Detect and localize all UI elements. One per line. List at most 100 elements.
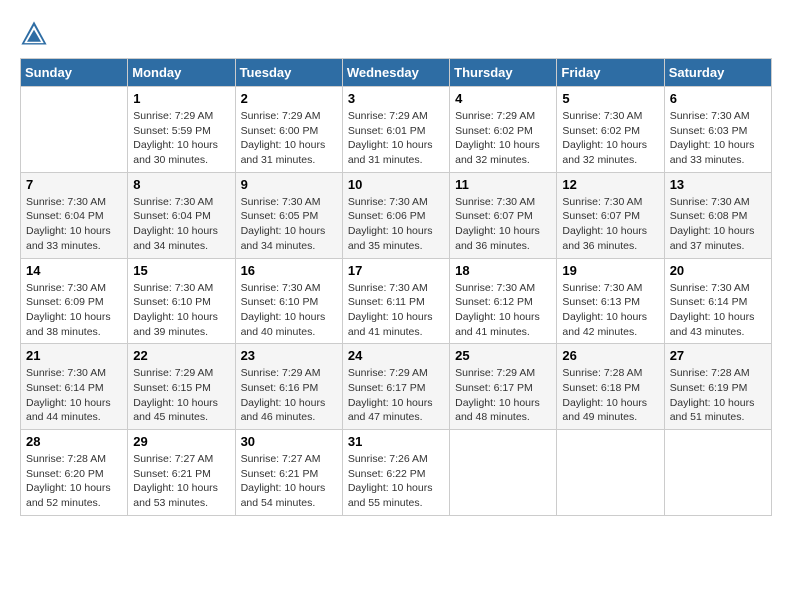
- calendar-cell: 24 Sunrise: 7:29 AM Sunset: 6:17 PM Dayli…: [342, 344, 449, 430]
- calendar-cell: 15 Sunrise: 7:30 AM Sunset: 6:10 PM Dayli…: [128, 258, 235, 344]
- day-number: 21: [26, 348, 122, 363]
- calendar-cell: [664, 430, 771, 516]
- day-number: 14: [26, 263, 122, 278]
- day-info: Sunrise: 7:26 AM Sunset: 6:22 PM Dayligh…: [348, 452, 444, 511]
- day-info: Sunrise: 7:30 AM Sunset: 6:14 PM Dayligh…: [670, 281, 766, 340]
- weekday-header-monday: Monday: [128, 59, 235, 87]
- day-number: 23: [241, 348, 337, 363]
- weekday-header-saturday: Saturday: [664, 59, 771, 87]
- day-number: 4: [455, 91, 551, 106]
- day-info: Sunrise: 7:29 AM Sunset: 6:15 PM Dayligh…: [133, 366, 229, 425]
- day-info: Sunrise: 7:30 AM Sunset: 6:12 PM Dayligh…: [455, 281, 551, 340]
- day-number: 12: [562, 177, 658, 192]
- calendar-cell: 6 Sunrise: 7:30 AM Sunset: 6:03 PM Daylig…: [664, 87, 771, 173]
- calendar-cell: 30 Sunrise: 7:27 AM Sunset: 6:21 PM Dayli…: [235, 430, 342, 516]
- day-info: Sunrise: 7:30 AM Sunset: 6:04 PM Dayligh…: [133, 195, 229, 254]
- calendar-cell: 31 Sunrise: 7:26 AM Sunset: 6:22 PM Dayli…: [342, 430, 449, 516]
- day-info: Sunrise: 7:30 AM Sunset: 6:13 PM Dayligh…: [562, 281, 658, 340]
- weekday-header-wednesday: Wednesday: [342, 59, 449, 87]
- day-number: 31: [348, 434, 444, 449]
- day-number: 28: [26, 434, 122, 449]
- calendar-cell: 3 Sunrise: 7:29 AM Sunset: 6:01 PM Daylig…: [342, 87, 449, 173]
- calendar-cell: 28 Sunrise: 7:28 AM Sunset: 6:20 PM Dayli…: [21, 430, 128, 516]
- day-number: 2: [241, 91, 337, 106]
- day-number: 13: [670, 177, 766, 192]
- day-info: Sunrise: 7:30 AM Sunset: 6:10 PM Dayligh…: [133, 281, 229, 340]
- day-info: Sunrise: 7:30 AM Sunset: 6:02 PM Dayligh…: [562, 109, 658, 168]
- day-info: Sunrise: 7:28 AM Sunset: 6:19 PM Dayligh…: [670, 366, 766, 425]
- calendar-table: SundayMondayTuesdayWednesdayThursdayFrid…: [20, 58, 772, 516]
- calendar-cell: 10Sunrise: 7:30 AM Sunset: 6:06 PM Dayli…: [342, 172, 449, 258]
- day-number: 25: [455, 348, 551, 363]
- calendar-cell: 9Sunrise: 7:30 AM Sunset: 6:05 PM Daylig…: [235, 172, 342, 258]
- calendar-cell: 23Sunrise: 7:29 AM Sunset: 6:16 PM Dayli…: [235, 344, 342, 430]
- day-number: 19: [562, 263, 658, 278]
- day-info: Sunrise: 7:29 AM Sunset: 6:01 PM Dayligh…: [348, 109, 444, 168]
- day-info: Sunrise: 7:30 AM Sunset: 6:08 PM Dayligh…: [670, 195, 766, 254]
- calendar-cell: 16 Sunrise: 7:30 AM Sunset: 6:10 PM Dayli…: [235, 258, 342, 344]
- day-info: Sunrise: 7:30 AM Sunset: 6:06 PM Dayligh…: [348, 195, 444, 254]
- calendar-cell: 11Sunrise: 7:30 AM Sunset: 6:07 PM Dayli…: [450, 172, 557, 258]
- calendar-cell: 4 Sunrise: 7:29 AM Sunset: 6:02 PM Daylig…: [450, 87, 557, 173]
- calendar-cell: 17 Sunrise: 7:30 AM Sunset: 6:11 PM Dayli…: [342, 258, 449, 344]
- calendar-cell: 1Sunrise: 7:29 AM Sunset: 5:59 PM Daylig…: [128, 87, 235, 173]
- day-number: 7: [26, 177, 122, 192]
- calendar-cell: 12 Sunrise: 7:30 AM Sunset: 6:07 PM Dayli…: [557, 172, 664, 258]
- day-number: 20: [670, 263, 766, 278]
- day-number: 22: [133, 348, 229, 363]
- day-number: 6: [670, 91, 766, 106]
- weekday-header-friday: Friday: [557, 59, 664, 87]
- calendar-cell: 22 Sunrise: 7:29 AM Sunset: 6:15 PM Dayli…: [128, 344, 235, 430]
- day-info: Sunrise: 7:30 AM Sunset: 6:03 PM Dayligh…: [670, 109, 766, 168]
- calendar-cell: 5 Sunrise: 7:30 AM Sunset: 6:02 PM Daylig…: [557, 87, 664, 173]
- day-info: Sunrise: 7:30 AM Sunset: 6:09 PM Dayligh…: [26, 281, 122, 340]
- calendar-cell: 7 Sunrise: 7:30 AM Sunset: 6:04 PM Daylig…: [21, 172, 128, 258]
- calendar-cell: 21 Sunrise: 7:30 AM Sunset: 6:14 PM Dayli…: [21, 344, 128, 430]
- calendar-week-row: 1Sunrise: 7:29 AM Sunset: 5:59 PM Daylig…: [21, 87, 772, 173]
- logo-icon: [20, 20, 48, 48]
- calendar-week-row: 28 Sunrise: 7:28 AM Sunset: 6:20 PM Dayli…: [21, 430, 772, 516]
- calendar-week-row: 21 Sunrise: 7:30 AM Sunset: 6:14 PM Dayli…: [21, 344, 772, 430]
- day-number: 30: [241, 434, 337, 449]
- day-number: 3: [348, 91, 444, 106]
- day-number: 1: [133, 91, 229, 106]
- day-number: 17: [348, 263, 444, 278]
- day-number: 8: [133, 177, 229, 192]
- day-info: Sunrise: 7:30 AM Sunset: 6:05 PM Dayligh…: [241, 195, 337, 254]
- day-number: 29: [133, 434, 229, 449]
- calendar-cell: [450, 430, 557, 516]
- day-info: Sunrise: 7:29 AM Sunset: 6:17 PM Dayligh…: [348, 366, 444, 425]
- day-info: Sunrise: 7:29 AM Sunset: 6:02 PM Dayligh…: [455, 109, 551, 168]
- calendar-cell: 27Sunrise: 7:28 AM Sunset: 6:19 PM Dayli…: [664, 344, 771, 430]
- calendar-cell: 13 Sunrise: 7:30 AM Sunset: 6:08 PM Dayli…: [664, 172, 771, 258]
- day-number: 16: [241, 263, 337, 278]
- day-info: Sunrise: 7:30 AM Sunset: 6:11 PM Dayligh…: [348, 281, 444, 340]
- day-info: Sunrise: 7:30 AM Sunset: 6:07 PM Dayligh…: [455, 195, 551, 254]
- calendar-week-row: 7 Sunrise: 7:30 AM Sunset: 6:04 PM Daylig…: [21, 172, 772, 258]
- calendar-cell: 18 Sunrise: 7:30 AM Sunset: 6:12 PM Dayli…: [450, 258, 557, 344]
- calendar-cell: 19 Sunrise: 7:30 AM Sunset: 6:13 PM Dayli…: [557, 258, 664, 344]
- calendar-cell: 29 Sunrise: 7:27 AM Sunset: 6:21 PM Dayli…: [128, 430, 235, 516]
- day-info: Sunrise: 7:30 AM Sunset: 6:14 PM Dayligh…: [26, 366, 122, 425]
- day-info: Sunrise: 7:30 AM Sunset: 6:04 PM Dayligh…: [26, 195, 122, 254]
- day-info: Sunrise: 7:27 AM Sunset: 6:21 PM Dayligh…: [241, 452, 337, 511]
- day-info: Sunrise: 7:29 AM Sunset: 6:17 PM Dayligh…: [455, 366, 551, 425]
- day-info: Sunrise: 7:28 AM Sunset: 6:18 PM Dayligh…: [562, 366, 658, 425]
- weekday-header-thursday: Thursday: [450, 59, 557, 87]
- calendar-cell: [21, 87, 128, 173]
- day-info: Sunrise: 7:30 AM Sunset: 6:07 PM Dayligh…: [562, 195, 658, 254]
- day-info: Sunrise: 7:29 AM Sunset: 6:00 PM Dayligh…: [241, 109, 337, 168]
- day-number: 24: [348, 348, 444, 363]
- day-info: Sunrise: 7:30 AM Sunset: 6:10 PM Dayligh…: [241, 281, 337, 340]
- weekday-header-row: SundayMondayTuesdayWednesdayThursdayFrid…: [21, 59, 772, 87]
- day-number: 5: [562, 91, 658, 106]
- logo: [20, 20, 50, 48]
- calendar-cell: 2 Sunrise: 7:29 AM Sunset: 6:00 PM Daylig…: [235, 87, 342, 173]
- day-number: 15: [133, 263, 229, 278]
- calendar-cell: 8 Sunrise: 7:30 AM Sunset: 6:04 PM Daylig…: [128, 172, 235, 258]
- day-info: Sunrise: 7:28 AM Sunset: 6:20 PM Dayligh…: [26, 452, 122, 511]
- day-number: 26: [562, 348, 658, 363]
- weekday-header-tuesday: Tuesday: [235, 59, 342, 87]
- day-number: 18: [455, 263, 551, 278]
- day-info: Sunrise: 7:27 AM Sunset: 6:21 PM Dayligh…: [133, 452, 229, 511]
